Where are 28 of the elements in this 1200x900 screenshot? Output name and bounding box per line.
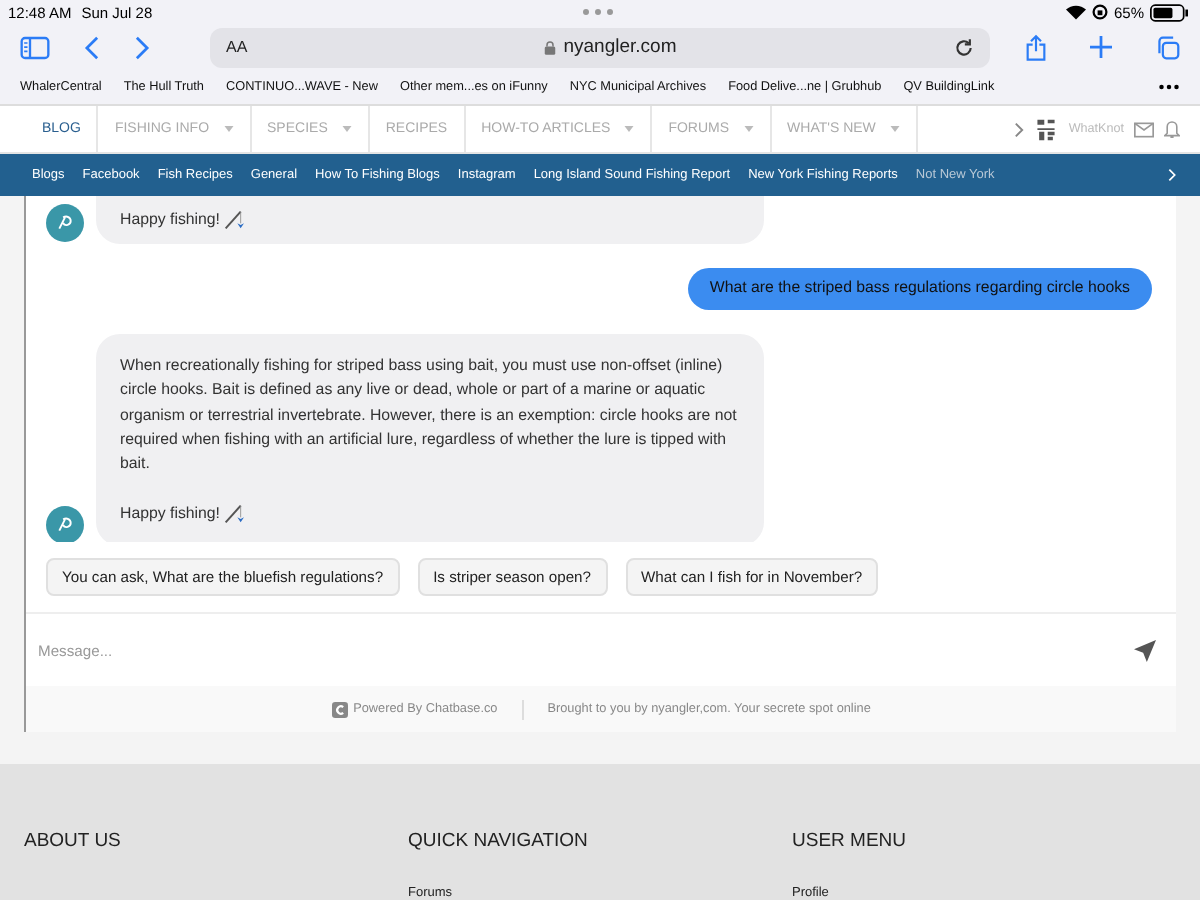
more-dots-icon [582, 8, 614, 17]
address-bar[interactable]: AA nyangler.com [210, 27, 990, 68]
send-icon[interactable] [1134, 639, 1156, 661]
lock-icon [543, 39, 556, 56]
bell-icon[interactable] [1164, 119, 1180, 140]
footer-heading: QUICK NAVIGATION [408, 830, 590, 852]
fishing-pole-icon [224, 504, 245, 525]
url-text: nyangler.com [563, 36, 677, 59]
footer-heading: USER MENU [792, 830, 909, 852]
share-icon[interactable] [1026, 33, 1046, 62]
wifi-icon [1065, 4, 1086, 21]
bot-avatar-icon [46, 204, 84, 243]
more-icon[interactable] [1158, 83, 1180, 90]
bot-avatar-icon [46, 506, 84, 542]
tabs-icon[interactable] [1156, 35, 1180, 60]
forward-icon[interactable] [134, 35, 150, 60]
back-icon[interactable] [84, 35, 100, 60]
reload-icon[interactable] [954, 37, 974, 58]
fishing-pole-icon [224, 210, 245, 231]
lock-rotation-icon [1091, 4, 1108, 21]
chatbase-logo-icon [331, 701, 348, 717]
plus-icon[interactable] [1090, 36, 1112, 59]
text-size-button[interactable]: AA [226, 38, 266, 57]
battery-icon [1150, 3, 1188, 22]
footer-heading: ABOUT US [24, 830, 123, 852]
chevron-right-icon[interactable] [1014, 121, 1025, 138]
mail-icon[interactable] [1134, 121, 1154, 138]
sidebar-icon[interactable] [20, 35, 50, 60]
